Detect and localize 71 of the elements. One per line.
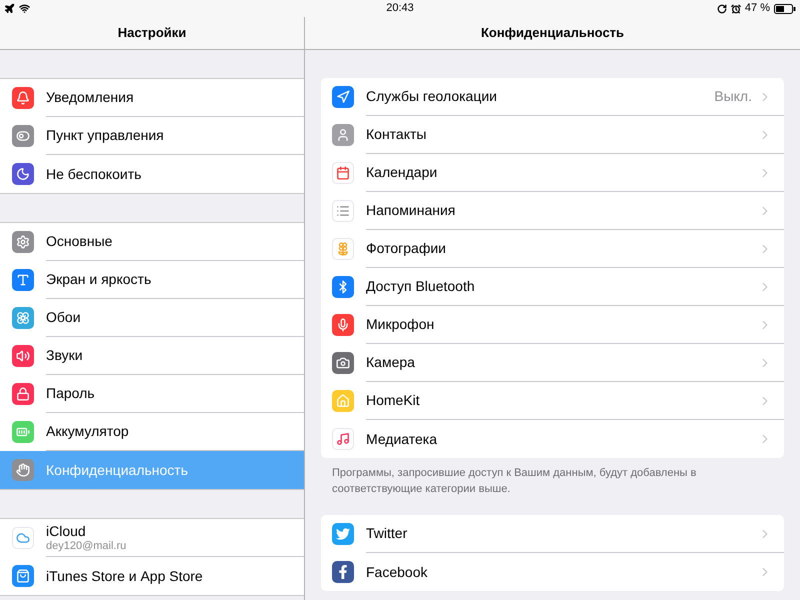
toggle-icon (12, 125, 34, 147)
sidebar-item-label: Аккумулятор (46, 423, 130, 440)
text-size-icon (12, 269, 34, 291)
status-time: 20:43 (385, 1, 415, 16)
house-icon (332, 390, 354, 412)
settings-row-value: Выкл. (714, 87, 752, 106)
settings-row[interactable]: Фотографии (321, 230, 784, 268)
sidebar-item-label: Уведомления (46, 89, 135, 106)
settings-row[interactable]: Twitter (321, 515, 784, 553)
settings-row[interactable]: Календари (321, 154, 784, 192)
moon-icon (12, 163, 34, 185)
settings-row-label: Медиатека (366, 430, 438, 449)
page-title: Конфиденциальность (480, 24, 624, 42)
sidebar-item-label: Пункт управления (46, 127, 165, 144)
battery-percent: 47 % (744, 1, 770, 16)
settings-row[interactable]: Камера (321, 344, 784, 382)
music-note-icon (332, 428, 354, 450)
sidebar-item-label: Конфиденциальность (46, 462, 190, 478)
sidebar-item-label: iCloud (46, 522, 87, 540)
bag-icon (12, 565, 34, 587)
settings-row-label: Микрофон (366, 315, 436, 334)
battery-icon (774, 4, 796, 14)
settings-row-label: Twitter (366, 524, 408, 543)
settings-row[interactable]: HomeKit (321, 382, 784, 420)
calendar-icon (332, 162, 354, 184)
section-footer: Программы, запросившие доступ к Вашим данным, будут добавлены в соответствующие категории выше. (321, 458, 784, 497)
sidebar-item-label: Пароль (46, 385, 96, 402)
f-logo-icon (332, 561, 354, 583)
settings-row[interactable]: Контакты (321, 116, 784, 154)
settings-icon (12, 231, 34, 253)
list-icon (332, 200, 354, 222)
wifi-icon (19, 3, 30, 14)
battery-icon (12, 421, 34, 443)
settings-row-label: Камера (366, 353, 416, 372)
flower-icon (332, 238, 354, 260)
settings-row-label: Службы геолокации (366, 87, 498, 106)
person-icon (332, 124, 354, 146)
settings-row[interactable]: Напоминания (321, 192, 784, 230)
settings-row[interactable]: Facebook (321, 553, 784, 591)
sidebar-item-label: Обои (46, 309, 82, 326)
bird-icon (332, 523, 354, 545)
flower-icon (12, 307, 34, 329)
bluetooth-icon (332, 276, 354, 298)
settings-row-label: Фотографии (366, 239, 448, 258)
microphone-icon (332, 314, 354, 336)
settings-row[interactable]: Медиатека (321, 420, 784, 458)
sidebar-item-label: Звуки (46, 347, 84, 364)
settings-row-label: HomeKit (366, 391, 421, 410)
settings-row[interactable]: Службы геолокации Выкл. (321, 78, 784, 116)
sidebar-item-subtitle: dey120@mail.ru (46, 540, 128, 552)
lock-icon (12, 383, 34, 405)
settings-row-label: Контакты (366, 125, 428, 144)
alarm-icon (730, 4, 741, 14)
hand-icon (12, 459, 34, 481)
settings-row[interactable]: Микрофон (321, 306, 784, 344)
rotation-lock-icon (716, 4, 727, 14)
settings-row[interactable]: Доступ Bluetooth (321, 268, 784, 306)
sidebar-item-label: Не беспокоить (46, 166, 142, 182)
camera-icon (332, 352, 354, 374)
sidebar-item-label: Экран и яркость (46, 271, 152, 288)
sidebar-item-label: iTunes Store и App Store (46, 568, 204, 584)
settings-row-label: Календари (366, 163, 438, 182)
airplane-icon (4, 3, 15, 14)
settings-row-label: Доступ Bluetooth (366, 277, 476, 296)
sidebar-item-label: Основные (46, 233, 114, 250)
bell-icon (12, 87, 34, 109)
sidebar-title: Настройки (118, 24, 186, 42)
settings-row-label: Facebook (366, 562, 428, 582)
cloud-icon (12, 527, 34, 549)
settings-row-label: Напоминания (366, 201, 456, 220)
speaker-icon (12, 345, 34, 367)
